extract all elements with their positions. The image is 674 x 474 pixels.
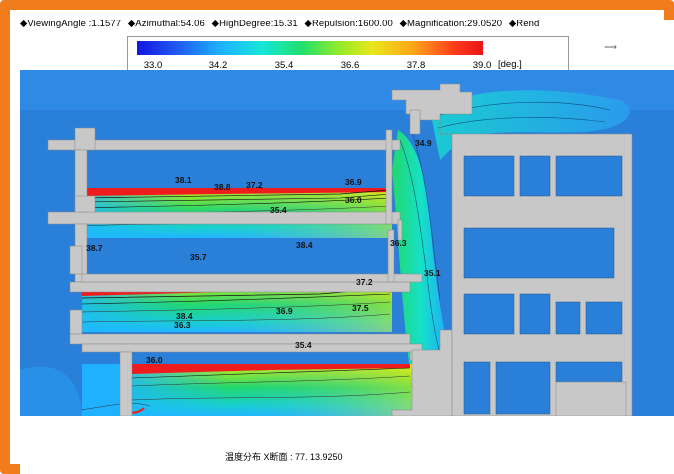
color-scale-bar (137, 41, 483, 55)
azimuthal-param: ◆Azimuthal:54.06 (127, 20, 205, 29)
contour-label: 35.4 (295, 340, 312, 350)
room (463, 361, 491, 415)
contour-label: 36.3 (390, 238, 407, 248)
render-param: ◆Rend (508, 20, 540, 29)
contour-label: 37.2 (246, 180, 263, 190)
shaft-fin-1 (397, 219, 403, 241)
visualization-stage: ◆ViewingAngle :1.1577 ◆Azimuthal:54.06 ◆… (20, 20, 674, 474)
contour-label: 37.2 (356, 277, 373, 287)
room (463, 155, 515, 197)
contour-label: 38.4 (296, 240, 313, 250)
right-parapet (409, 109, 421, 135)
contour-label: 36.0 (345, 195, 362, 205)
contour-label: 36.9 (345, 177, 362, 187)
room (555, 361, 623, 383)
room (495, 361, 551, 415)
room (585, 301, 623, 335)
window-frame: ◆ViewingAngle :1.1577 ◆Azimuthal:54.06 ◆… (0, 0, 674, 474)
column-stub-3 (69, 309, 83, 335)
room (555, 301, 581, 335)
contour-label: 36.9 (276, 306, 293, 316)
column-stub-2 (69, 245, 83, 275)
view-parameters-bar: ◆ViewingAngle :1.1577 ◆Azimuthal:54.06 ◆… (20, 20, 674, 32)
slab-floor-3 (69, 333, 411, 345)
contour-label: 36.0 (146, 355, 163, 365)
room (519, 155, 551, 197)
temperature-field: 34.9 38.1 38.8 37.2 36.9 35.4 36.0 38.7 … (20, 70, 674, 416)
contour-label: 37.5 (352, 303, 369, 313)
footer-panel: 温度分布 X断面 : 77. 13.9250 (20, 416, 674, 474)
contour-label: 38.8 (214, 182, 231, 192)
high-degree-param: ◆HighDegree:15.31 (211, 20, 298, 29)
contour-label: 35.7 (190, 252, 207, 262)
lower-right-block (555, 381, 627, 416)
room (555, 155, 623, 197)
arrow-icon: ⟶ (604, 42, 617, 52)
contour-label: 34.9 (415, 138, 432, 148)
room (519, 293, 551, 335)
color-unit-label: [deg.] (498, 59, 522, 70)
contour-label: 38.1 (175, 175, 192, 185)
contour-label: 35.1 (424, 268, 441, 278)
room (463, 293, 515, 335)
section-caption: 温度分布 X断面 : 77. 13.9250 (225, 452, 343, 462)
magnification-param: ◆Magnification:29.0520 (399, 20, 503, 29)
contour-label: 36.3 (174, 320, 191, 330)
column-top-left (74, 127, 96, 151)
room (463, 227, 615, 279)
contour-label: 38.7 (86, 243, 103, 253)
shaft-wall-1 (385, 129, 393, 225)
color-legend: ⟶ 33.0 34.2 35.4 36.6 37.8 39.0 [deg.] (127, 36, 617, 74)
column-left-3 (119, 351, 133, 416)
viewing-angle-param: ◆ViewingAngle :1.1577 (20, 20, 122, 29)
column-cap-1 (74, 195, 96, 213)
contour-label: 35.4 (270, 205, 287, 215)
repulsion-param: ◆Repulsion:1600.00 (304, 20, 393, 29)
temperature-contour-svg: 34.9 38.1 38.8 37.2 36.9 35.4 36.0 38.7 … (20, 70, 674, 416)
slab-roof (47, 139, 401, 151)
slab-floor-1 (47, 211, 401, 225)
slab-floor-3-top (81, 343, 423, 353)
